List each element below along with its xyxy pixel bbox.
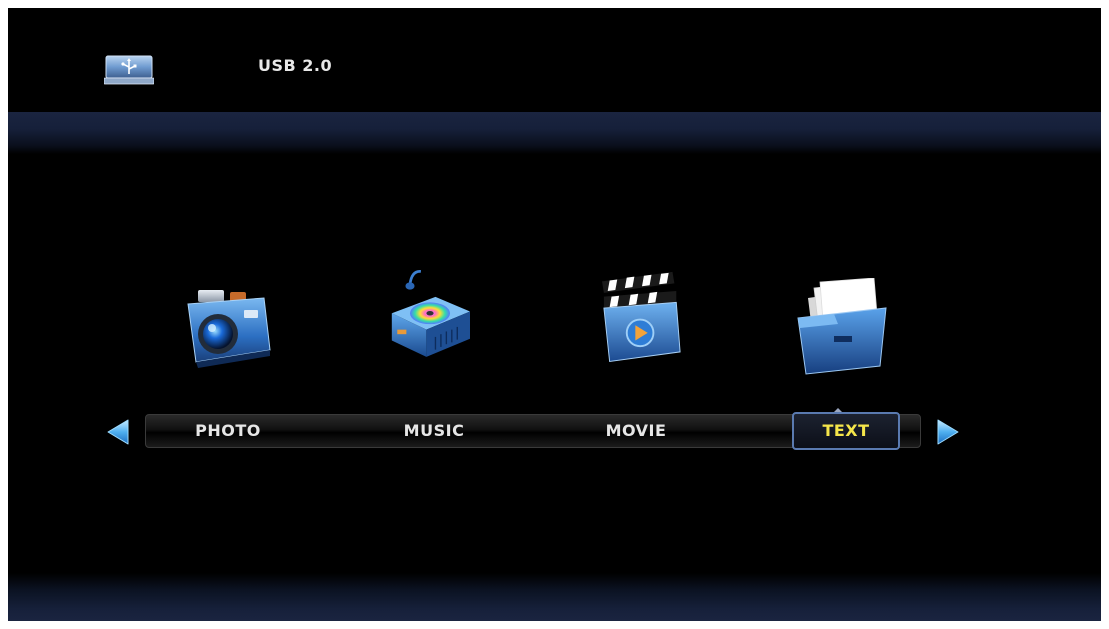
usb-drive-icon xyxy=(104,55,154,85)
source-label: USB 2.0 xyxy=(258,56,333,75)
header-bar: USB 2.0 xyxy=(8,8,1101,112)
arrow-right-icon[interactable] xyxy=(934,418,962,446)
bottom-accent-band xyxy=(8,573,1101,621)
media-player-screen: USB 2.0 PHOTO MUSIC MOVIE TEXT xyxy=(8,8,1101,621)
menu-item-photo[interactable]: PHOTO xyxy=(168,415,288,447)
photo-camera-icon[interactable] xyxy=(178,280,278,380)
menu-item-movie[interactable]: MOVIE xyxy=(576,415,696,447)
music-player-icon[interactable] xyxy=(380,266,480,366)
text-folder-icon[interactable] xyxy=(794,278,894,378)
movie-clapperboard-icon[interactable] xyxy=(592,270,692,370)
menu-item-music[interactable]: MUSIC xyxy=(374,415,494,447)
category-menu-bar: PHOTO MUSIC MOVIE TEXT xyxy=(145,412,921,450)
menu-item-text[interactable]: TEXT xyxy=(792,412,900,450)
arrow-left-icon[interactable] xyxy=(104,418,132,446)
top-accent-band xyxy=(8,112,1101,154)
